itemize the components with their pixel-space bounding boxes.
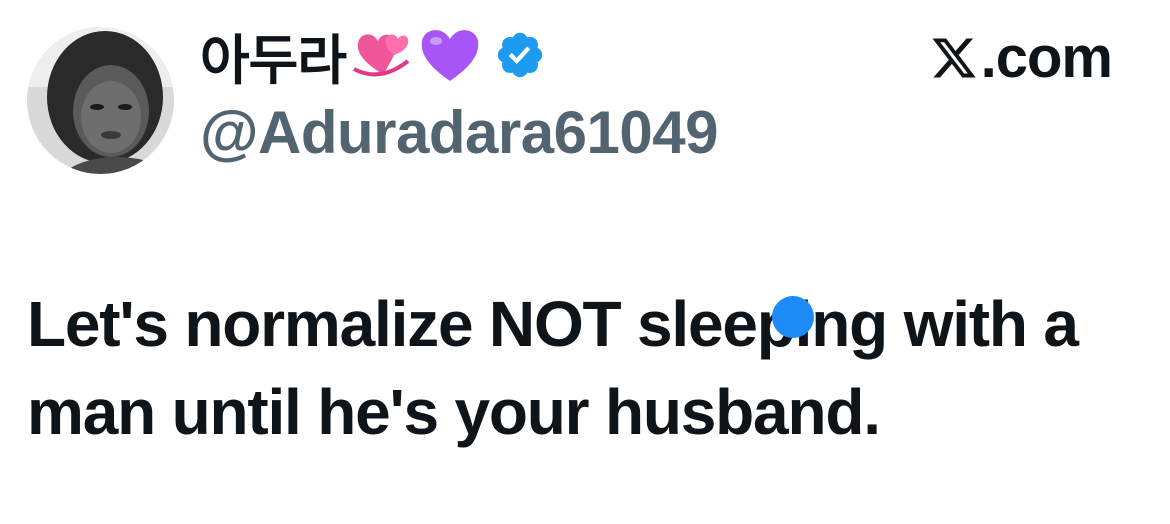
purple-heart-icon (418, 25, 482, 85)
verified-badge-icon (494, 29, 546, 81)
display-name[interactable]: 아두라 (200, 16, 347, 95)
x-logo-icon (929, 34, 979, 82)
revolving-hearts-icon (350, 25, 414, 85)
tweet-text: Let's normalize NOT sleeping with a man … (27, 288, 1079, 448)
avatar-photo (27, 27, 174, 174)
avatar[interactable] (27, 27, 174, 174)
touch-indicator (772, 296, 814, 338)
user-handle[interactable]: @Aduradara61049 (200, 98, 718, 167)
brand-domain: .com (980, 25, 1113, 90)
user-name-row: 아두라 (200, 20, 546, 92)
brand-watermark: .com (929, 24, 1113, 91)
